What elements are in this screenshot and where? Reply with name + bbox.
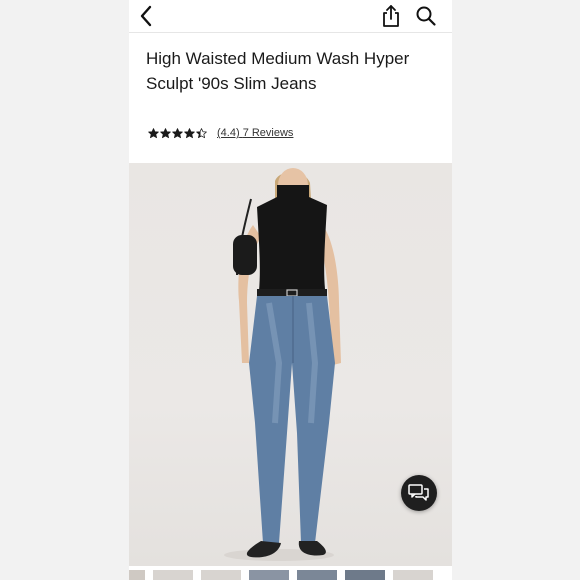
star-icon [184,127,195,138]
star-icon [148,127,159,138]
rating-row[interactable]: (4.4) 7 Reviews [148,124,293,142]
star-icon [196,127,207,138]
thumbnail[interactable] [153,570,193,580]
product-title: High Waisted Medium Wash Hyper Sculpt '9… [146,49,410,93]
thumbnail[interactable] [297,570,337,580]
thumbnail[interactable] [129,570,145,580]
reviews-link[interactable]: (4.4) 7 Reviews [217,127,293,139]
chat-button[interactable] [401,475,437,511]
right-margin [452,0,580,580]
thumbnail[interactable] [201,570,241,580]
star-icon [160,127,171,138]
reviews-count: 7 Reviews [242,127,294,139]
thumbnail[interactable] [249,570,289,580]
product-page: High Waisted Medium Wash Hyper Sculpt '9… [129,0,452,580]
left-margin [0,0,129,580]
product-image[interactable] [129,163,452,566]
thumbnail-strip [129,570,452,580]
model-illustration [224,168,341,561]
chat-bubbles-icon [408,484,429,501]
top-nav-bar [129,0,452,33]
rating-value: (4.4) [217,127,240,139]
share-icon[interactable] [377,2,405,30]
search-icon[interactable] [412,2,440,30]
star-icon [172,127,183,138]
thumbnail[interactable] [345,570,385,580]
chevron-left-icon[interactable] [133,2,161,30]
star-rating [148,127,207,139]
thumbnail[interactable] [393,570,433,580]
